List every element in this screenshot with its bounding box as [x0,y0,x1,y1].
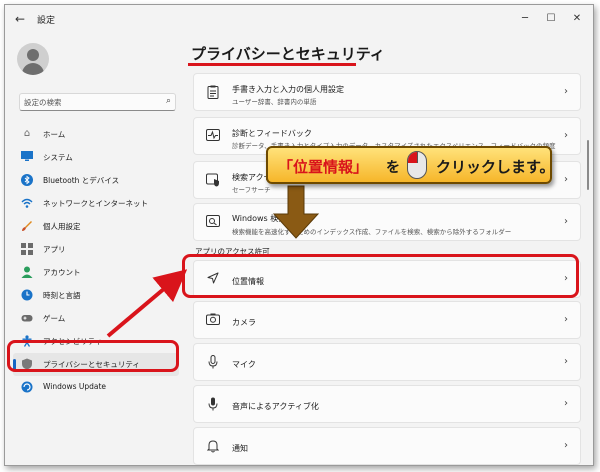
card-title: 手書き入力と入力の個人用設定 [232,85,344,94]
card-voice-activation[interactable]: 音声によるアクティブ化 › [193,385,581,423]
callout-text-target: 「位置情報」 [278,158,369,176]
card-camera[interactable]: カメラ › [193,301,581,339]
search-box[interactable]: ⌕ [19,93,176,111]
bell-icon [206,439,220,453]
sidebar-item-label: アカウント [43,268,81,277]
clipboard-list-icon [206,85,220,99]
sidebar-item-label: アプリ [43,245,66,254]
sidebar-item-label: ゲーム [43,314,66,323]
search-input[interactable] [24,96,154,109]
back-button[interactable]: ← [11,10,29,28]
globe-clock-icon [21,289,33,301]
monitor-icon [21,151,33,163]
chevron-right-icon: › [564,314,568,325]
sidebar-item-label: Bluetooth とデバイス [43,176,120,185]
person-icon [21,266,33,278]
card-title: 診断とフィードバック [232,129,312,138]
scrollbar[interactable] [587,140,589,190]
sidebar-item-personalization[interactable]: 個人用設定 [13,215,179,238]
instruction-callout: 「位置情報」 を クリックします。 [266,146,555,184]
mouse-divider-shape [417,152,418,163]
sidebar-item-windows-update[interactable]: Windows Update [13,376,179,399]
chevron-right-icon: › [564,130,568,141]
avatar-body-shape [22,63,44,75]
callout-text-particle: を [386,160,400,176]
search-icon[interactable]: ⌕ [166,96,171,106]
sidebar-item-bluetooth[interactable]: Bluetooth とデバイス [13,169,179,192]
highlight-box-location [182,254,579,298]
card-title: カメラ [232,318,256,327]
minimize-button[interactable]: ─ [513,10,537,28]
card-title: 音声によるアクティブ化 [232,402,319,411]
sidebar-item-label: Windows Update [43,382,107,391]
sidebar-item-label: 時刻と言語 [43,291,81,300]
sidebar-item-label: システム [43,153,73,162]
card-title: Windows 検索 [232,214,287,223]
highlight-box-privacy [7,340,179,372]
card-microphone[interactable]: マイク › [193,343,581,381]
chevron-right-icon: › [564,174,568,185]
callout-text-action: クリックします。 [436,158,555,176]
card-title: マイク [232,360,256,369]
sidebar-item-label: 個人用設定 [43,222,81,231]
card-subtitle: 検索機能を高速化するためのインデックス作成、ファイルを検索、検索から除外するフォ… [232,228,512,236]
apps-icon [21,243,33,255]
chevron-right-icon: › [564,356,568,367]
chevron-right-icon: › [564,440,568,451]
wifi-icon [21,197,33,209]
activity-icon [206,129,220,143]
sidebar-item-apps[interactable]: アプリ [13,238,179,261]
mic-voice-icon [206,397,220,411]
mouse-left-button-shape [408,152,417,163]
search-shield-icon [206,173,220,187]
settings-window: ← 設定 ─ ☐ ✕ ⌕ ⌂ ホーム システム Bluetooth とデバイス [4,4,594,466]
maximize-button[interactable]: ☐ [539,10,563,28]
sidebar-item-label: ホーム [43,130,66,139]
sidebar-item-accounts[interactable]: アカウント [13,261,179,284]
avatar-head-shape [27,49,39,61]
sidebar-item-network[interactable]: ネットワークとインターネット [13,192,179,215]
page-title: プライバシーとセキュリティ [191,45,385,63]
chevron-right-icon: › [564,86,568,97]
card-notifications[interactable]: 通知 › [193,427,581,465]
mouse-left-click-icon [407,151,427,179]
chevron-right-icon: › [564,398,568,409]
update-icon [21,381,33,393]
chevron-right-icon: › [564,216,568,227]
title-underline [188,63,356,66]
card-windows-search[interactable]: Windows 検索 検索機能を高速化するためのインデックス作成、ファイルを検索… [193,203,581,241]
search-window-icon [206,215,220,229]
card-subtitle: セーフサーチ [232,186,271,194]
sidebar-item-gaming[interactable]: ゲーム [13,307,179,330]
card-handwriting-input[interactable]: 手書き入力と入力の個人用設定 ユーザー辞書、辞書内の単語 › [193,73,581,111]
gamepad-icon [21,312,33,324]
mic-icon [206,355,220,369]
camera-icon [206,313,220,327]
close-button[interactable]: ✕ [565,10,589,28]
title-bar: ← 設定 ─ ☐ ✕ [5,5,593,33]
sidebar-item-home[interactable]: ⌂ ホーム [13,123,179,146]
card-subtitle: ユーザー辞書、辞書内の単語 [232,98,317,106]
sidebar-item-system[interactable]: システム [13,146,179,169]
home-icon: ⌂ [23,128,31,139]
sidebar-item-label: ネットワークとインターネット [43,199,148,208]
sidebar-item-time-language[interactable]: 時刻と言語 [13,284,179,307]
card-title: 通知 [232,444,248,453]
bluetooth-icon [21,174,33,186]
window-title: 設定 [37,16,56,26]
brush-icon [21,220,33,232]
avatar[interactable] [17,43,49,75]
